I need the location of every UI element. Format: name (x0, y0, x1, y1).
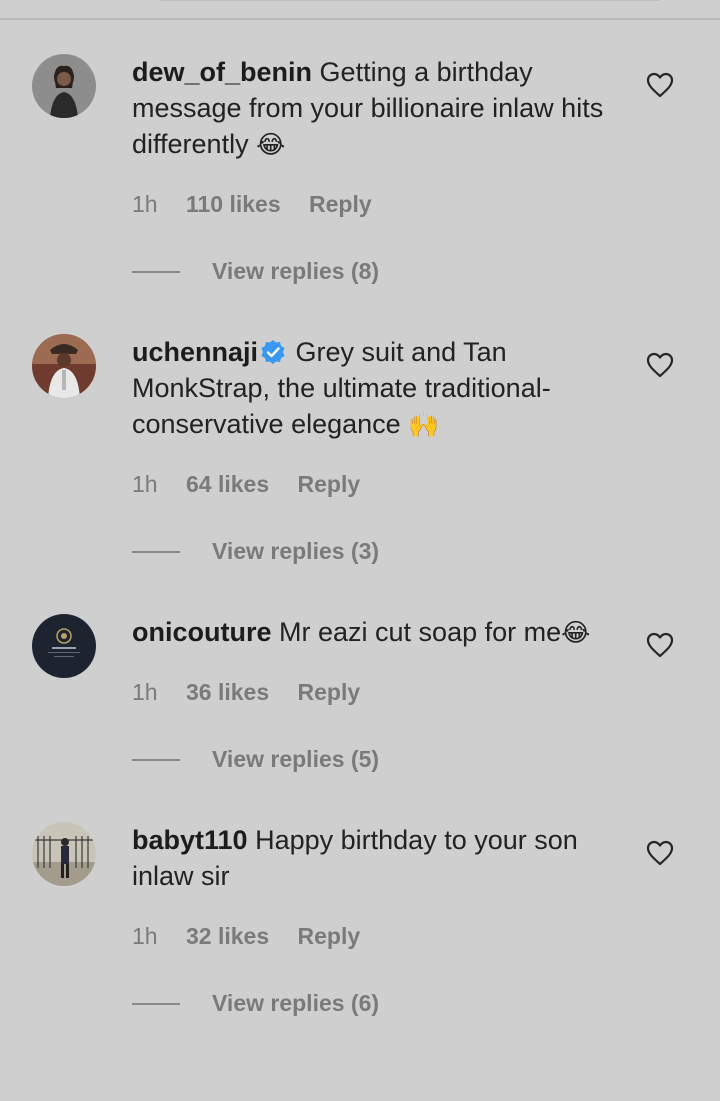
timestamp: 1h (132, 191, 158, 217)
comment-meta: 1h 110 likes Reply (132, 191, 394, 218)
view-replies-button[interactable]: View replies (5) (132, 746, 379, 773)
avatar[interactable] (32, 334, 96, 398)
likes-count[interactable]: 36 likes (186, 679, 269, 705)
timestamp: 1h (132, 679, 158, 705)
sheet-handle (160, 0, 660, 1)
reply-button[interactable]: Reply (298, 679, 361, 705)
avatar-image (32, 614, 96, 678)
like-button[interactable] (646, 840, 674, 866)
like-button[interactable] (646, 632, 674, 658)
replies-divider (132, 1002, 180, 1005)
view-replies-button[interactable]: View replies (3) (132, 538, 379, 565)
like-button[interactable] (646, 72, 674, 98)
comment-meta: 1h 64 likes Reply (132, 471, 382, 498)
comment-meta: 1h 36 likes Reply (132, 679, 382, 706)
heart-outline-icon (646, 352, 674, 378)
avatar[interactable] (32, 822, 96, 886)
timestamp: 1h (132, 923, 158, 949)
replies-divider (132, 270, 180, 273)
sheet-top-bar (0, 0, 720, 20)
comment-text: babyt110 Happy birthday to your son inla… (132, 822, 622, 894)
comment-text: uchennaji Grey suit and Tan MonkStrap, t… (132, 334, 622, 443)
comment-message: Mr eazi cut soap for me (279, 617, 562, 647)
view-replies-button[interactable]: View replies (6) (132, 990, 379, 1017)
avatar-image (32, 54, 96, 118)
emoji: 😂 (256, 130, 286, 159)
view-replies-label: View replies (8) (212, 258, 380, 284)
comment-text: onicouture Mr eazi cut soap for me😂 (132, 614, 622, 651)
timestamp: 1h (132, 471, 158, 497)
reply-button[interactable]: Reply (298, 923, 361, 949)
username[interactable]: dew_of_benin (132, 57, 312, 87)
view-replies-label: View replies (6) (212, 990, 380, 1016)
avatar[interactable] (32, 54, 96, 118)
likes-count[interactable]: 32 likes (186, 923, 269, 949)
username[interactable]: babyt110 (132, 825, 248, 855)
view-replies-button[interactable]: View replies (8) (132, 258, 379, 285)
likes-count[interactable]: 110 likes (186, 191, 281, 217)
reply-button[interactable]: Reply (298, 471, 361, 497)
emoji: 🙌 (408, 410, 440, 439)
avatar-image (32, 334, 96, 398)
heart-outline-icon (646, 72, 674, 98)
heart-outline-icon (646, 632, 674, 658)
avatar-image (32, 822, 96, 886)
emoji: 😂 (561, 618, 591, 647)
username[interactable]: uchennaji (132, 337, 258, 367)
verified-badge-icon (261, 340, 285, 364)
username[interactable]: onicouture (132, 617, 272, 647)
heart-outline-icon (646, 840, 674, 866)
comment-meta: 1h 32 likes Reply (132, 923, 382, 950)
avatar[interactable] (32, 614, 96, 678)
reply-button[interactable]: Reply (309, 191, 372, 217)
view-replies-label: View replies (3) (212, 538, 380, 564)
like-button[interactable] (646, 352, 674, 378)
likes-count[interactable]: 64 likes (186, 471, 269, 497)
comment-text: dew_of_benin Getting a birthday message … (132, 54, 622, 163)
view-replies-label: View replies (5) (212, 746, 380, 772)
replies-divider (132, 550, 180, 553)
replies-divider (132, 758, 180, 761)
